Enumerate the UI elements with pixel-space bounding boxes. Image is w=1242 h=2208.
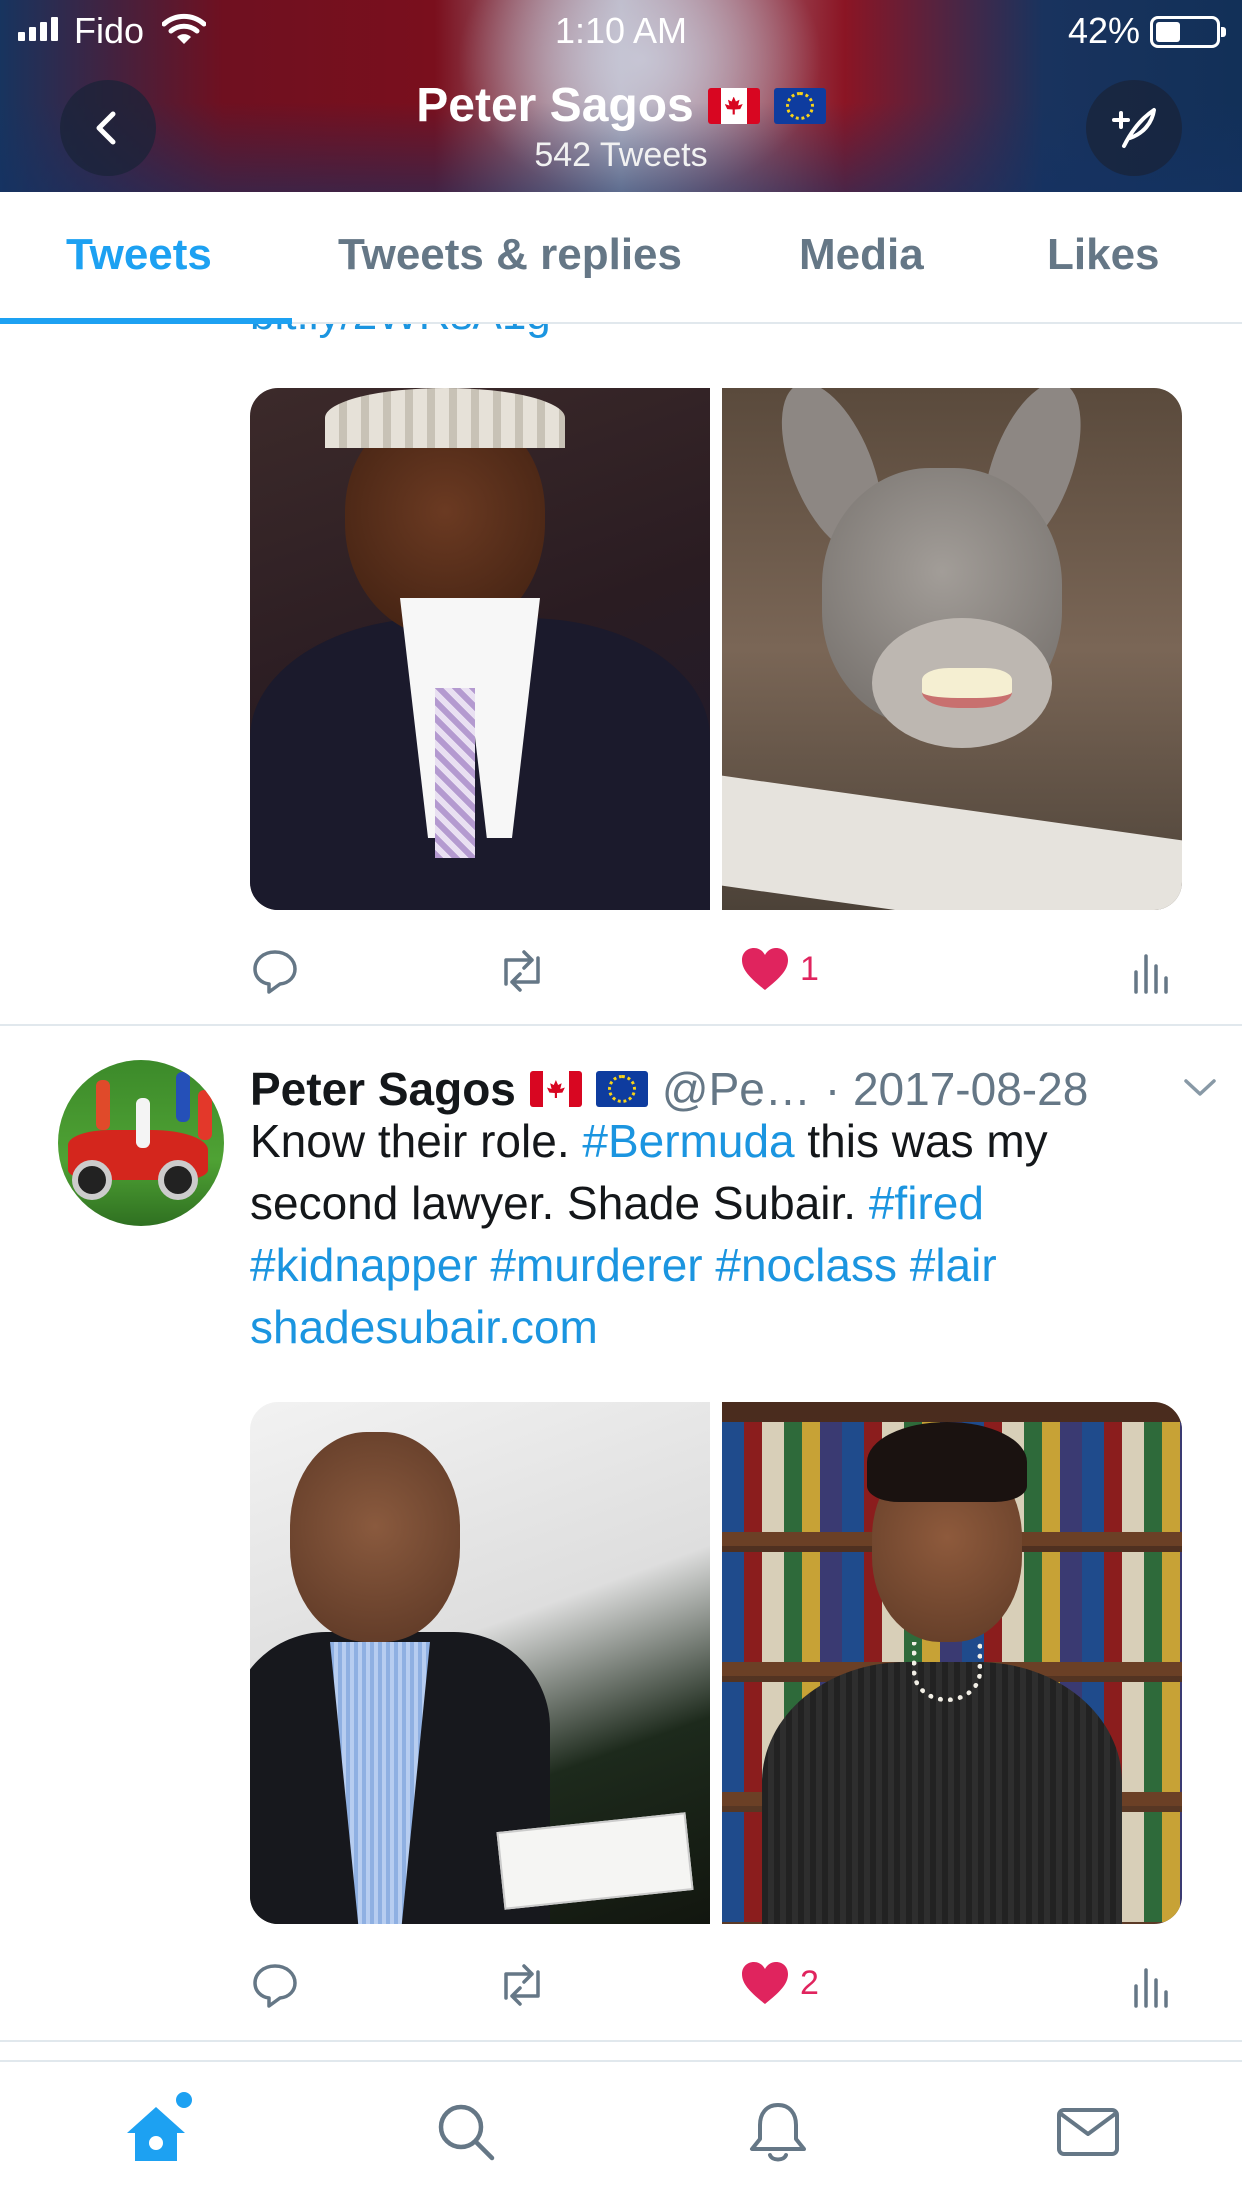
tweet-link[interactable]: bit.ly/2WRsA1g [250,324,551,340]
compose-tweet-button[interactable] [1086,80,1182,176]
like-button[interactable]: 1 [740,946,819,992]
active-tab-indicator [0,318,292,324]
like-count: 2 [800,1963,819,2002]
tweet-text-segment: Know their role. [250,1115,583,1167]
tweet-menu-button[interactable] [1180,1072,1220,1107]
new-content-indicator [176,2092,192,2108]
tweet-photo[interactable] [250,388,710,910]
heart-icon [742,948,788,990]
status-time: 1:10 AM [554,10,688,51]
eu-flag-icon [773,87,826,124]
tweet-media[interactable] [250,1402,1182,1924]
chevron-down-icon [1184,1079,1216,1096]
tweet-feed: bit.ly/2WRsA1g 1 [0,324,1242,2060]
hashtag-link[interactable]: #murderer [490,1239,702,1291]
nav-home[interactable] [116,2092,196,2172]
reply-icon [253,1964,297,2008]
nav-search[interactable] [426,2092,506,2172]
reply-button[interactable] [250,946,300,996]
tweet-text: Know their role. #Bermuda this was my se… [250,1110,1190,1358]
messages-icon [1057,2108,1119,2156]
tweet-photo[interactable] [250,1402,710,1924]
canada-flag-icon [707,87,760,124]
tweet-photo[interactable] [722,1402,1182,1924]
like-button[interactable]: 2 [740,1960,819,2006]
analytics-button[interactable] [1130,946,1170,996]
profile-title: Peter Sagos [0,78,1242,133]
hashtag-link[interactable]: #lair [910,1239,997,1291]
canada-flag-icon [529,1071,582,1107]
tweet-author-name[interactable]: Peter Sagos [250,1062,516,1116]
analytics-icon [1134,954,1168,994]
status-bar: Fido 1:10 AM 42% [0,0,1242,62]
like-count: 1 [800,949,819,988]
tab-likes[interactable]: Likes [1047,230,1160,280]
url-link[interactable]: shadesubair.com [250,1301,598,1353]
notifications-icon [750,2103,806,2162]
compose-tweet-icon [1112,108,1156,148]
heart-icon [742,1962,788,2004]
tweet-divider [0,2040,1242,2042]
bottom-navigation [0,2060,1242,2208]
tweet-date: · 2017-08-28 [824,1063,1089,1115]
hashtag-link[interactable]: #noclass [715,1239,897,1291]
tab-tweets-and-replies[interactable]: Tweets & replies [338,230,682,280]
tweet-actions: 2 [250,1960,1182,2020]
tweet-count: 542 Tweets [534,136,708,174]
search-icon [438,2104,495,2161]
retweet-icon [504,1964,540,2006]
eu-flag-icon [595,1071,648,1107]
nav-messages[interactable] [1048,2092,1128,2172]
tab-media[interactable]: Media [799,230,924,280]
hashtag-link[interactable]: #fired [869,1177,984,1229]
retweet-button[interactable] [494,946,550,996]
retweet-button[interactable] [494,1960,550,2010]
battery-percent: 42% [1067,10,1140,51]
profile-name: Peter Sagos [416,79,694,132]
analytics-icon [1134,1968,1168,2008]
tweet-photo[interactable] [722,388,1182,910]
battery-icon [1150,16,1226,48]
hashtag-link[interactable]: #kidnapper [250,1239,478,1291]
tweet-media[interactable] [250,388,1182,910]
reply-icon [253,950,297,994]
tweet-header: Peter Sagos @Pe… · 2017-08-28 [250,1062,1210,1116]
hashtag-link[interactable]: #Bermuda [582,1115,794,1167]
analytics-button[interactable] [1130,1960,1170,2010]
battery-fill [1156,22,1180,42]
tweet-divider [0,1024,1242,1026]
retweet-icon [504,950,540,992]
tweet-author-handle[interactable]: @Pe… [662,1062,811,1116]
reply-button[interactable] [250,1960,300,2010]
tweet-actions: 1 [250,946,1182,1006]
avatar[interactable] [58,1060,224,1226]
nav-notifications[interactable] [738,2092,818,2172]
profile-tabs: Tweets Tweets & replies Media Likes [0,192,1242,324]
profile-header: Fido 1:10 AM 42% Peter Sagos 542 Tweets [0,0,1242,192]
tab-tweets[interactable]: Tweets [66,230,212,280]
